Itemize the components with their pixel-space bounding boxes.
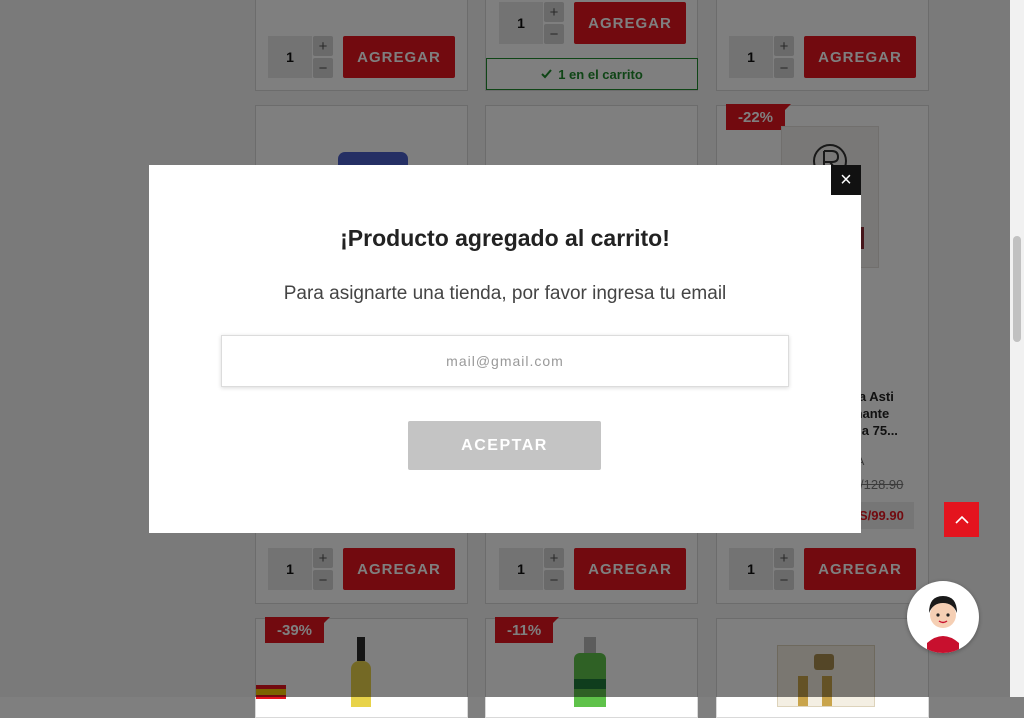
modal-subtitle: Para asignarte una tienda, por favor ing… (283, 283, 727, 304)
close-modal-button[interactable]: × (831, 165, 861, 195)
chevron-up-icon (954, 515, 969, 524)
chat-assistant-avatar[interactable] (907, 581, 979, 653)
email-input[interactable] (221, 335, 789, 387)
added-to-cart-modal: × ¡Producto agregado al carrito! Para as… (149, 165, 861, 533)
scrollbar-thumb[interactable] (1013, 236, 1021, 342)
scroll-to-top-button[interactable] (944, 502, 979, 537)
accept-button[interactable]: ACEPTAR (408, 421, 601, 470)
modal-title: ¡Producto agregado al carrito! (340, 225, 670, 251)
assistant-face-icon (909, 583, 977, 653)
page-scrollbar[interactable] (1010, 0, 1024, 697)
